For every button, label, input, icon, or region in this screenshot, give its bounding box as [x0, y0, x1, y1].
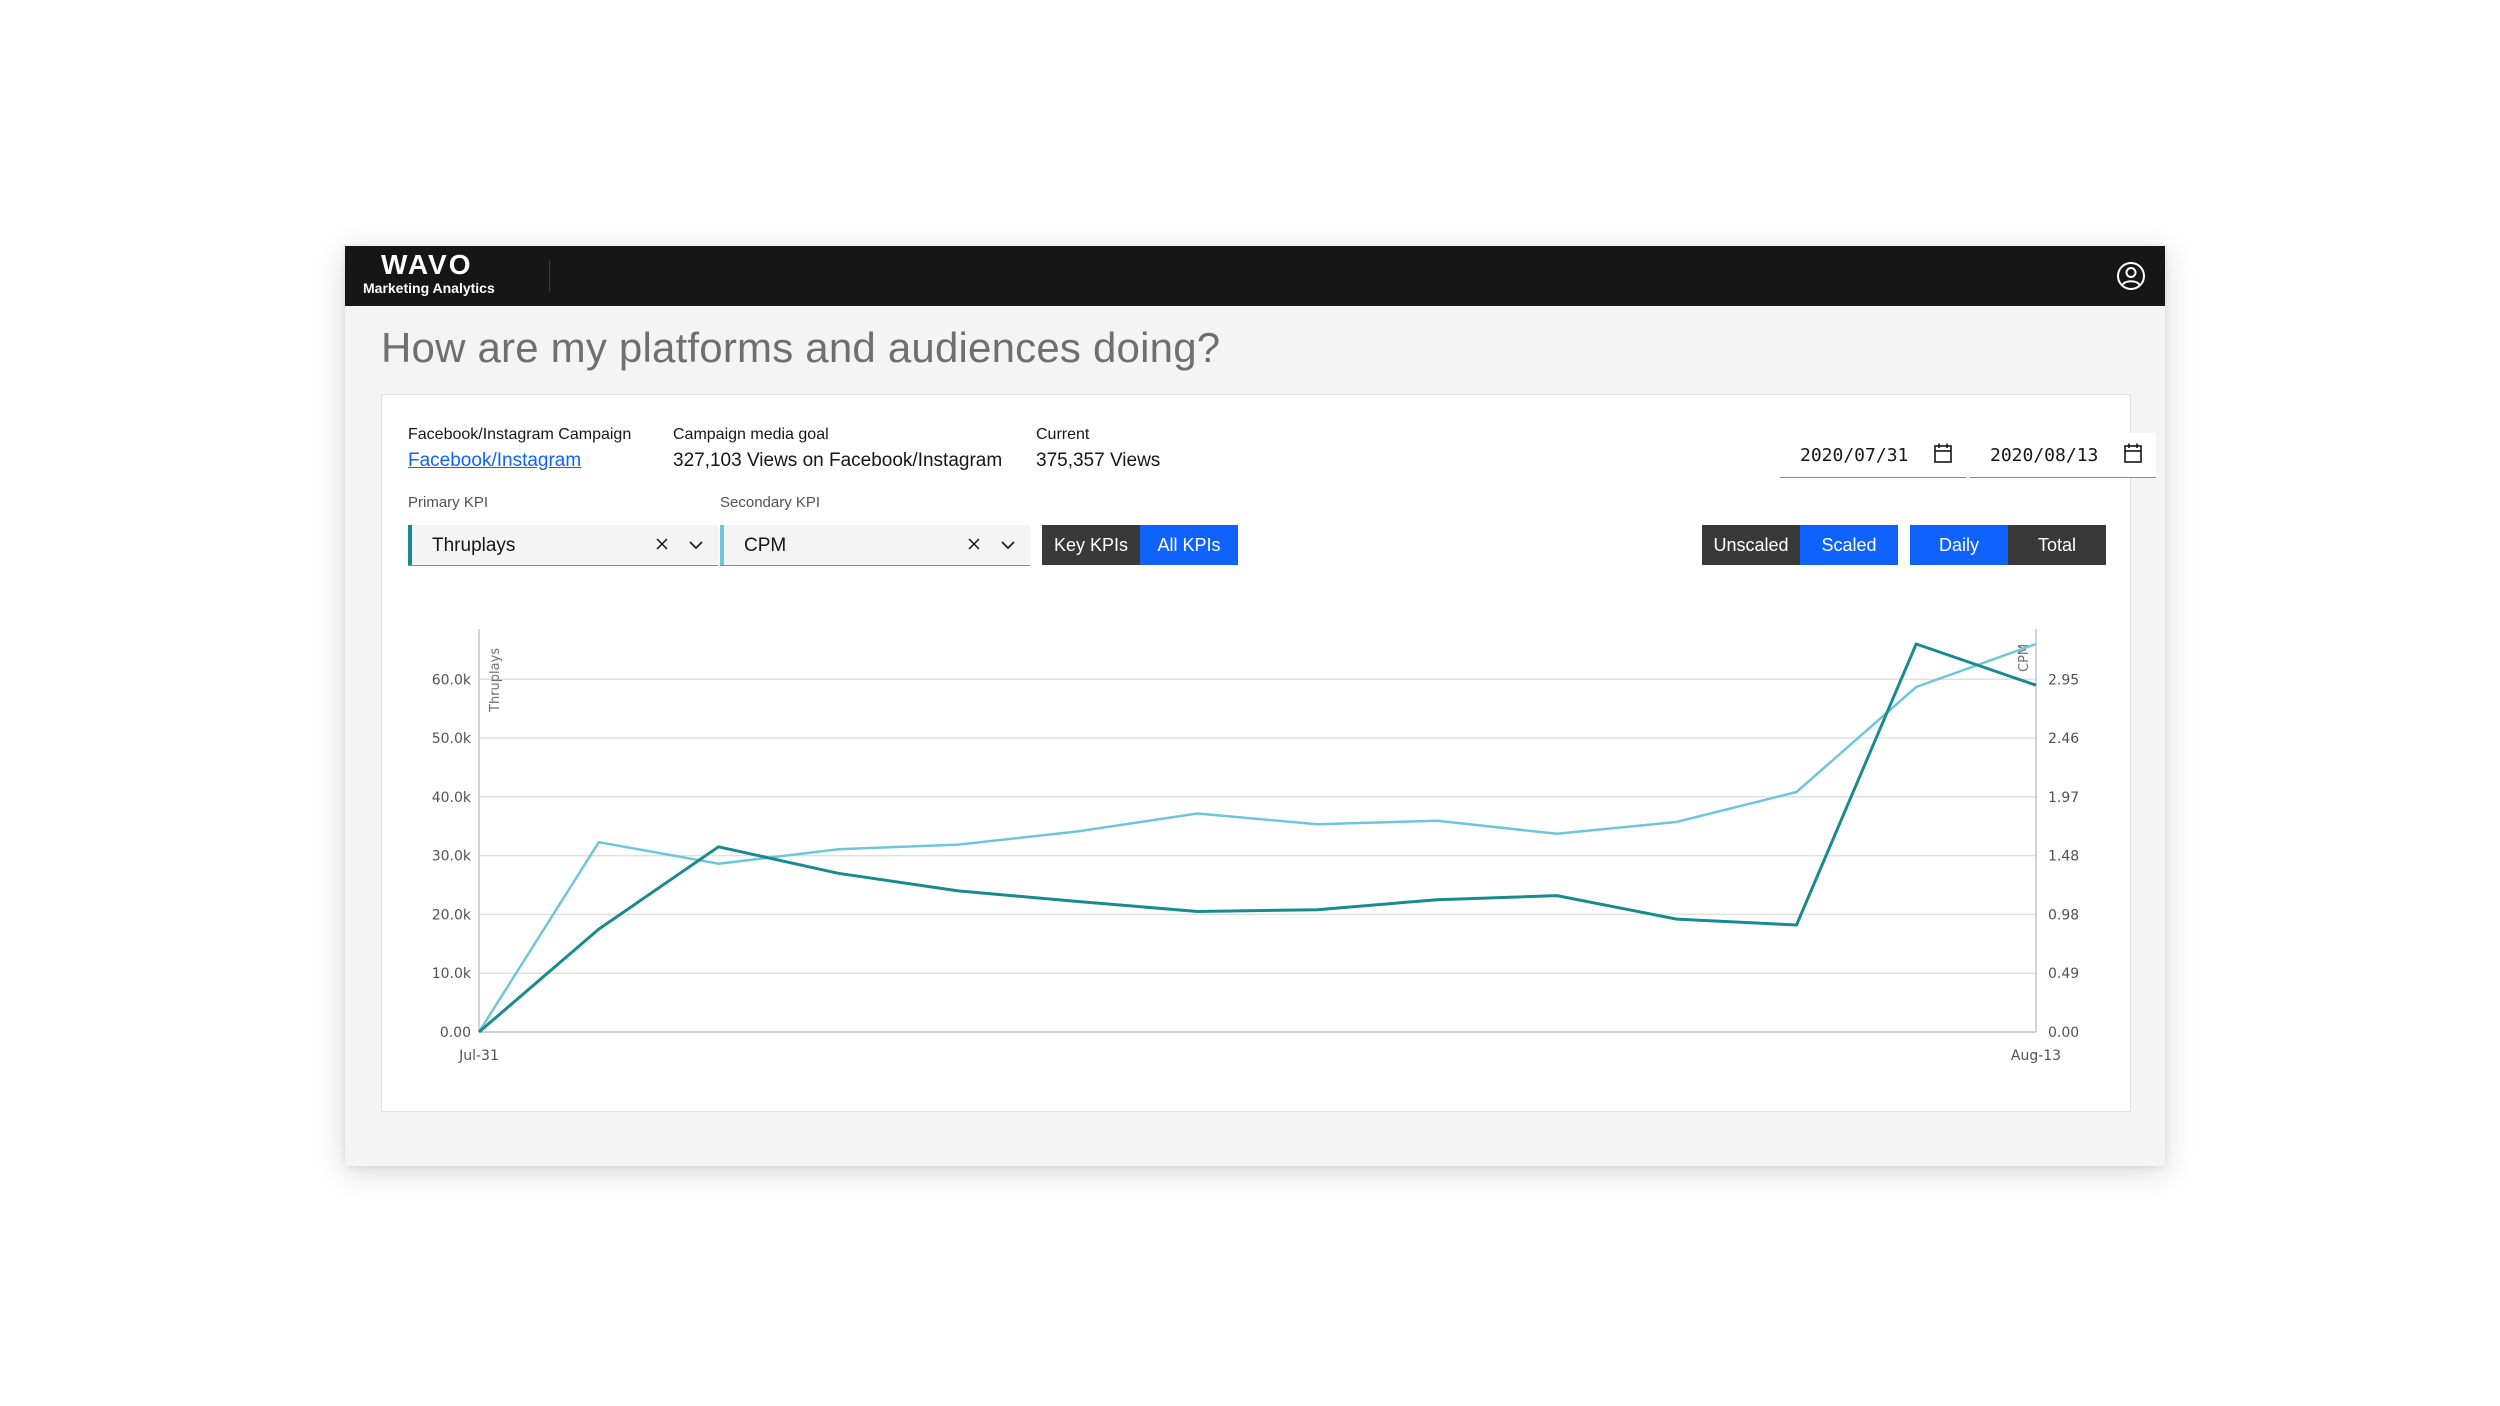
header-divider	[549, 260, 550, 292]
y-right-tick-label: 1.48	[2048, 849, 2079, 865]
y-left-tick-label: 30.0k	[432, 849, 472, 865]
secondary-kpi-label: Secondary KPI	[720, 494, 821, 511]
top-navigation-bar: WAVO Marketing Analytics	[345, 246, 2165, 306]
total-button[interactable]: Total	[2008, 525, 2106, 565]
clear-icon[interactable]	[966, 536, 982, 552]
kpi-line-chart: 0.00 10.0k 20.0k 30.0k 40.0k 50.0k 60.0k 0.00 0.…	[432, 629, 2079, 1064]
goal-value: 327,103 Views on Facebook/Instagram	[673, 450, 1003, 471]
secondary-kpi-color-accent	[720, 525, 724, 565]
kpi-set-toggle: Key KPIs All KPIs	[1042, 525, 1238, 565]
secondary-kpi-select[interactable]: CPM	[720, 525, 1030, 566]
secondary-kpi-value: CPM	[744, 535, 787, 556]
start-date-picker[interactable]: 2020/07/31	[1780, 433, 1966, 478]
clear-icon[interactable]	[654, 536, 670, 552]
campaign-link[interactable]: Facebook/Instagram	[408, 450, 581, 472]
y-right-tick-label: 0.98	[2048, 907, 2079, 923]
y-left-tick-label: 60.0k	[432, 672, 472, 688]
current-value: 375,357 Views	[1036, 450, 1161, 471]
y-right-tick-label: 0.49	[2048, 966, 2079, 982]
y-left-tick-label: 10.0k	[432, 966, 472, 982]
logo-wordmark: WAVO	[381, 249, 473, 280]
primary-kpi-label: Primary KPI	[408, 494, 489, 511]
primary-kpi-select[interactable]: Thruplays	[408, 525, 718, 566]
user-avatar-icon[interactable]	[2115, 260, 2147, 292]
y-left-axis-title: Thruplays	[488, 648, 503, 713]
end-date-value: 2020/08/13	[1990, 445, 2099, 466]
primary-kpi-color-accent	[408, 525, 412, 565]
chevron-down-icon[interactable]	[1000, 537, 1016, 553]
daily-button[interactable]: Daily	[1910, 525, 2008, 565]
y-left-tick-label: 40.0k	[432, 790, 472, 806]
y-right-tick-label: 2.46	[2048, 731, 2079, 747]
x-tick-label: Aug-13	[2011, 1048, 2061, 1064]
scale-toggle: Unscaled Scaled	[1702, 525, 1898, 565]
y-right-tick-label: 1.97	[2048, 790, 2079, 806]
page-title: How are my platforms and audiences doing…	[381, 324, 1221, 371]
calendar-icon	[2124, 443, 2142, 463]
performance-card: Facebook/Instagram Campaign Facebook/Ins…	[381, 394, 2156, 1112]
logo-subtitle: Marketing Analytics	[363, 280, 495, 296]
y-right-tick-label: 0.00	[2048, 1025, 2079, 1041]
unscaled-button[interactable]: Unscaled	[1702, 525, 1800, 565]
key-kpis-button[interactable]: Key KPIs	[1042, 525, 1140, 565]
campaign-label: Facebook/Instagram Campaign	[408, 426, 632, 443]
period-toggle: Daily Total	[1910, 525, 2106, 565]
calendar-icon	[1934, 443, 1952, 463]
y-left-tick-label: 20.0k	[432, 907, 472, 923]
all-kpis-button[interactable]: All KPIs	[1140, 525, 1238, 565]
app-window: WAVO Marketing Analytics How are my plat…	[345, 246, 2165, 1166]
y-right-tick-label: 2.95	[2048, 672, 2079, 688]
x-tick-label: Jul-31	[458, 1048, 499, 1064]
y-left-tick-label: 0.00	[440, 1025, 471, 1041]
current-label: Current	[1036, 426, 1090, 443]
primary-kpi-value: Thruplays	[432, 535, 516, 556]
wavo-logo[interactable]: WAVO Marketing Analytics	[363, 249, 495, 297]
y-left-tick-label: 50.0k	[432, 731, 472, 747]
scaled-button[interactable]: Scaled	[1800, 525, 1898, 565]
goal-label: Campaign media goal	[673, 426, 829, 443]
start-date-value: 2020/07/31	[1800, 445, 1909, 466]
end-date-picker[interactable]: 2020/08/13	[1970, 433, 2156, 478]
chevron-down-icon[interactable]	[688, 537, 704, 553]
